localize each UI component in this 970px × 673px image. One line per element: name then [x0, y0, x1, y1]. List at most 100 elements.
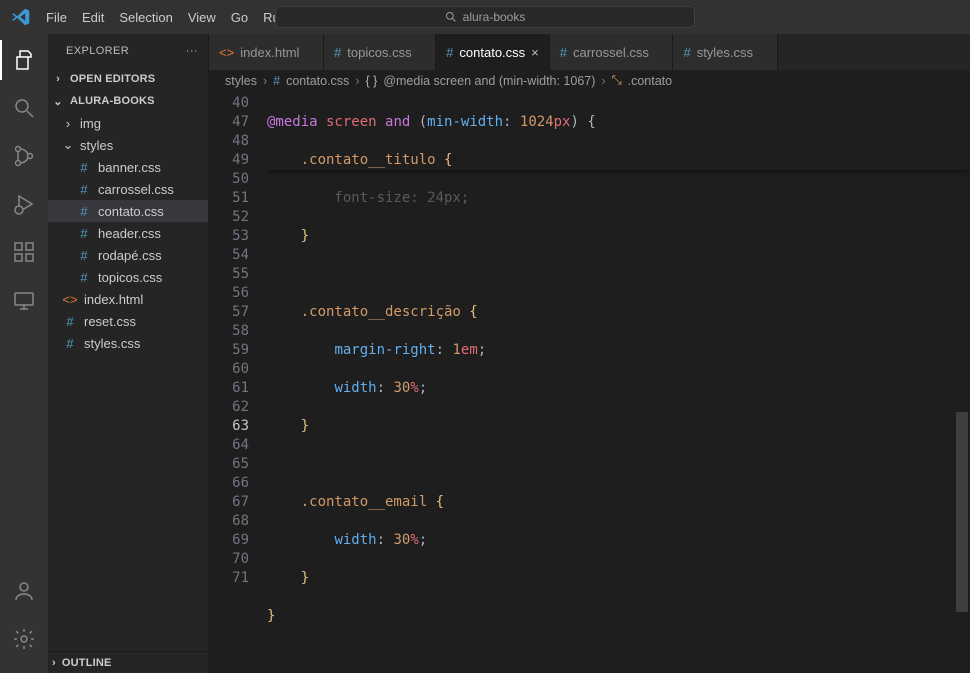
file-reset-css[interactable]: # reset.css	[48, 310, 208, 332]
command-center-search[interactable]: alura-books	[275, 6, 695, 28]
css-file-icon: #	[683, 45, 690, 60]
file-label: contato.css	[98, 204, 164, 219]
breadcrumb-segment[interactable]: @media screen and (min-width: 1067)	[383, 74, 595, 88]
menu-view[interactable]: View	[181, 6, 223, 29]
section-project[interactable]: ⌄ ALURA-BOOKS	[48, 90, 208, 112]
file-label: topicos.css	[98, 270, 162, 285]
label-outline: OUTLINE	[62, 657, 112, 669]
editor-area: <> index.html × # topicos.css × # contat…	[208, 34, 970, 673]
close-icon[interactable]: ×	[531, 45, 539, 60]
vertical-scrollbar[interactable]	[956, 162, 968, 673]
sidebar-title: EXPLORER ···	[48, 34, 208, 68]
chevron-right-icon: ›	[601, 74, 605, 88]
scrollbar-thumb[interactable]	[956, 412, 968, 612]
vscode-logo-icon	[4, 8, 38, 26]
file-label: reset.css	[84, 314, 136, 329]
folder-img[interactable]: › img	[48, 112, 208, 134]
search-placeholder: alura-books	[463, 10, 526, 24]
breadcrumbs[interactable]: styles › # contato.css › { } @media scre…	[209, 70, 970, 92]
editor-tabs: <> index.html × # topicos.css × # contat…	[209, 34, 970, 70]
breadcrumb-segment[interactable]: styles	[225, 74, 257, 88]
file-tree: › img ⌄ styles # banner.css # carrossel.…	[48, 112, 208, 354]
label-open-editors: OPEN EDITORS	[70, 73, 155, 85]
css-file-icon: #	[76, 226, 92, 241]
breadcrumb-segment[interactable]: contato.css	[286, 74, 349, 88]
file-label: carrossel.css	[98, 182, 174, 197]
breadcrumb-segment[interactable]: .contato	[628, 74, 672, 88]
chevron-right-icon: ›	[263, 74, 267, 88]
tab-topicos-css[interactable]: # topicos.css ×	[324, 34, 436, 70]
file-topicos-css[interactable]: # topicos.css	[48, 266, 208, 288]
titlebar: File Edit Selection View Go Run ··· 🡐 🡒 …	[0, 0, 970, 34]
css-file-icon: #	[62, 336, 78, 351]
file-label: index.html	[84, 292, 143, 307]
chevron-right-icon: ›	[62, 116, 74, 131]
tab-label: styles.css	[697, 45, 753, 60]
tab-label: carrossel.css	[573, 45, 649, 60]
file-label: header.css	[98, 226, 161, 241]
css-file-icon: #	[62, 314, 78, 329]
tab-label: contato.css	[459, 45, 525, 60]
section-open-editors[interactable]: › OPEN EDITORS	[48, 68, 208, 90]
css-file-icon: #	[273, 74, 280, 88]
file-label: styles.css	[84, 336, 140, 351]
css-file-icon: #	[76, 248, 92, 263]
chevron-right-icon: ›	[52, 657, 56, 669]
search-icon	[445, 11, 457, 23]
symbol-class-icon: ⤡	[612, 73, 622, 88]
file-index-html[interactable]: <> index.html	[48, 288, 208, 310]
file-rodape-css[interactable]: # rodapé.css	[48, 244, 208, 266]
css-file-icon: #	[76, 270, 92, 285]
activity-extensions-icon[interactable]	[0, 232, 48, 272]
line-number-gutter: 4047484950515253545556575859606162636465…	[209, 92, 267, 673]
activity-scm-icon[interactable]	[0, 136, 48, 176]
activity-account-icon[interactable]	[0, 571, 48, 611]
label-project: ALURA-BOOKS	[70, 95, 155, 107]
sidebar-more-icon[interactable]: ···	[186, 45, 198, 57]
tab-carrossel-css[interactable]: # carrossel.css ×	[550, 34, 674, 70]
tab-label: topicos.css	[347, 45, 411, 60]
chevron-right-icon: ›	[355, 74, 359, 88]
tab-styles-css[interactable]: # styles.css ×	[673, 34, 777, 70]
braces-icon: { }	[365, 74, 377, 88]
explorer-sidebar: EXPLORER ··· › OPEN EDITORS ⌄ ALURA-BOOK…	[48, 34, 208, 673]
file-label: banner.css	[98, 160, 161, 175]
file-contato-css[interactable]: # contato.css	[48, 200, 208, 222]
file-label: rodapé.css	[98, 248, 162, 263]
code-content[interactable]: @media screen and (min-width: 1024px) { …	[267, 92, 970, 673]
menu-edit[interactable]: Edit	[75, 6, 111, 29]
menu-go[interactable]: Go	[224, 6, 255, 29]
css-file-icon: #	[560, 45, 567, 60]
folder-styles[interactable]: ⌄ styles	[48, 134, 208, 156]
file-styles-css[interactable]: # styles.css	[48, 332, 208, 354]
css-file-icon: #	[446, 45, 453, 60]
file-banner-css[interactable]: # banner.css	[48, 156, 208, 178]
html-file-icon: <>	[62, 292, 78, 307]
file-carrossel-css[interactable]: # carrossel.css	[48, 178, 208, 200]
css-file-icon: #	[76, 160, 92, 175]
file-header-css[interactable]: # header.css	[48, 222, 208, 244]
activity-search-icon[interactable]	[0, 88, 48, 128]
chevron-right-icon: ›	[52, 73, 64, 85]
menu-file[interactable]: File	[39, 6, 74, 29]
folder-label: styles	[80, 138, 113, 153]
activity-bar	[0, 34, 48, 673]
activity-debug-icon[interactable]	[0, 184, 48, 224]
chevron-down-icon: ⌄	[62, 137, 74, 153]
code-editor[interactable]: 4047484950515253545556575859606162636465…	[209, 92, 970, 673]
activity-settings-icon[interactable]	[0, 619, 48, 659]
activity-remote-icon[interactable]	[0, 280, 48, 320]
tab-label: index.html	[240, 45, 299, 60]
tab-index-html[interactable]: <> index.html ×	[209, 34, 324, 70]
tab-contato-css[interactable]: # contato.css ×	[436, 34, 550, 70]
activity-explorer-icon[interactable]	[0, 40, 48, 80]
menu-selection[interactable]: Selection	[112, 6, 179, 29]
folder-label: img	[80, 116, 101, 131]
section-outline[interactable]: › OUTLINE	[48, 651, 208, 673]
sidebar-title-label: EXPLORER	[66, 45, 129, 57]
chevron-down-icon: ⌄	[52, 95, 64, 108]
html-file-icon: <>	[219, 45, 234, 60]
css-file-icon: #	[76, 204, 92, 219]
css-file-icon: #	[76, 182, 92, 197]
css-file-icon: #	[334, 45, 341, 60]
